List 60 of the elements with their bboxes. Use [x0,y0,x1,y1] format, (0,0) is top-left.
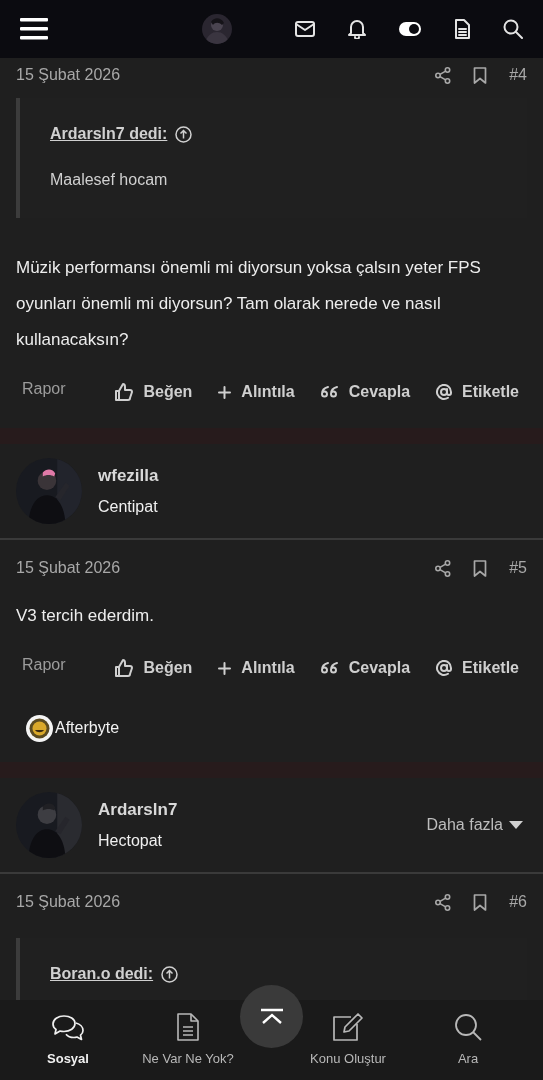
like-button[interactable]: Beğen [111,380,197,404]
share-icon[interactable] [435,66,452,84]
document-icon[interactable] [454,19,470,39]
share-icon[interactable] [435,559,452,577]
bell-icon[interactable] [348,19,366,39]
post-number-link[interactable]: #6 [509,890,527,914]
at-sign-icon [436,660,453,676]
share-icon[interactable] [435,893,452,911]
reply-button[interactable]: Cevapla [316,380,415,404]
arrow-up-circle-icon[interactable] [161,965,179,983]
mention-button[interactable]: Etiketle [432,380,523,404]
post-number-link[interactable]: #4 [509,63,527,87]
mail-icon[interactable] [295,21,315,37]
post-date-link[interactable]: 15 Şubat 2026 [16,63,121,87]
report-link[interactable]: Rapor [22,653,66,677]
bookmark-icon[interactable] [473,893,488,911]
bookmark-icon[interactable] [473,66,488,84]
nav-tab[interactable]: Ara [454,1012,482,1068]
more-dropdown[interactable]: Daha fazla [426,813,523,837]
document-icon [177,1012,199,1041]
reply-button[interactable]: Cevapla [316,656,415,680]
quotation-marks-icon [320,385,339,399]
arrow-up-circle-icon[interactable] [175,125,193,143]
thumbs-up-icon [115,383,134,401]
quotation-marks-icon [320,661,339,675]
plus-icon [218,661,232,675]
report-link[interactable]: Rapor [22,377,66,401]
search-icon [454,1012,482,1041]
nav-tab[interactable]: Konu Oluştur [310,1012,386,1068]
quote-author-link[interactable]: Ardarsln7 dedi: [50,122,168,146]
thumbs-up-icon [115,659,134,677]
quote-button[interactable]: Alıntıla [214,656,299,680]
quote-author-link[interactable]: Boran.o dedi: [50,962,154,986]
plus-icon [218,385,232,399]
toggle-icon[interactable] [399,22,421,36]
laughing-emoji-icon [26,714,53,742]
bookmark-icon[interactable] [473,559,488,577]
post-date-link[interactable]: 15 Şubat 2026 [16,890,121,914]
mention-button[interactable]: Etiketle [432,656,523,680]
post-text: Müzik performansı önemli mi diyorsun yoksa çalsın yeter FPS oyunları önemli mi diyorsun? Tam olarak nerede ve nasıl kullanacaksın? [15,257,482,351]
edit-icon [333,1012,363,1041]
chevron-up-icon [258,1007,285,1026]
quote-button[interactable]: Alıntıla [214,380,299,404]
user-title: Centipat [98,496,159,517]
nav-tab[interactable]: Ne Var Ne Yok? [142,1012,234,1068]
search-icon[interactable] [503,19,523,39]
username-link[interactable]: wfezilla [98,463,159,489]
user-title: Hectopat [98,830,164,851]
username-link[interactable]: Ardarsln7 [98,797,178,823]
post-text: V3 tercih ederdim. [15,605,155,627]
at-sign-icon [436,384,453,400]
post-date-link[interactable]: 15 Şubat 2026 [16,556,121,580]
quote-text: Maalesef hocam [50,170,169,190]
reaction-link[interactable]: Afterbyte [26,714,120,742]
chat-bubbles-icon [52,1013,84,1041]
nav-tab[interactable]: Sosyal [47,1013,89,1068]
like-button[interactable]: Beğen [111,656,197,680]
post-number-link[interactable]: #5 [509,556,527,580]
caret-icon [509,821,523,829]
menu-icon[interactable] [20,18,48,40]
